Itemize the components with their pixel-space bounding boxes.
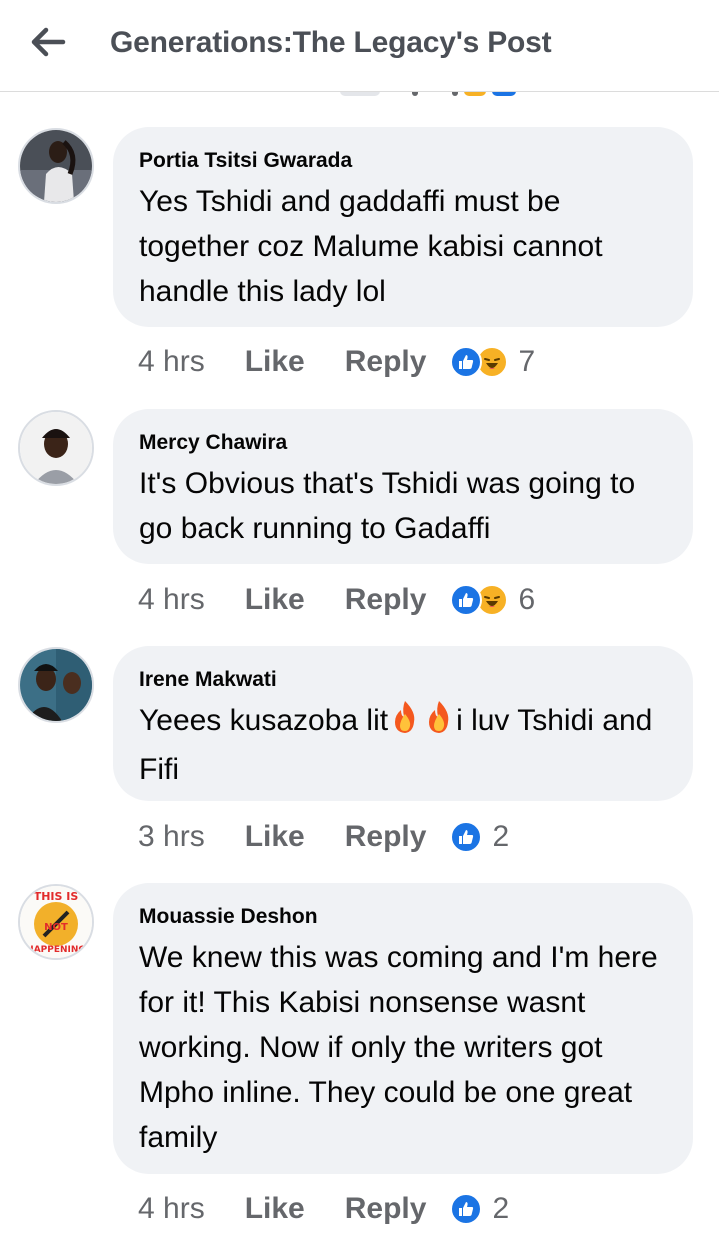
avatar-mouassie-image: THIS IS NOT HAPPENING bbox=[20, 886, 92, 958]
comment-bubble[interactable]: Irene Makwati Yeees kusazoba lit i luv Ts… bbox=[113, 646, 693, 801]
like-button[interactable]: Like bbox=[245, 820, 305, 854]
comment-actions: 4 hrs Like Reply 6 bbox=[138, 578, 535, 622]
comment-author[interactable]: Irene Makwati bbox=[139, 668, 669, 692]
svg-text:NOT: NOT bbox=[44, 922, 68, 933]
back-arrow-icon bbox=[31, 27, 66, 57]
top-bar: Generations:The Legacy's Post bbox=[0, 0, 719, 92]
reaction-summary[interactable]: 2 bbox=[450, 820, 509, 854]
reaction-count: 6 bbox=[518, 583, 536, 616]
page-title: Generations:The Legacy's Post bbox=[110, 26, 552, 59]
svg-text:THIS IS: THIS IS bbox=[34, 890, 79, 903]
comment-timestamp[interactable]: 4 hrs bbox=[138, 1192, 205, 1226]
comment-bubble[interactable]: Mercy Chawira It's Obvious that's Tshidi… bbox=[113, 409, 693, 564]
svg-text:HAPPENING: HAPPENING bbox=[26, 945, 86, 955]
comment-text-start: Yeees kusazoba lit bbox=[139, 704, 389, 737]
comment-text: Yes Tshidi and gaddaffi must be together… bbox=[139, 185, 603, 308]
fire-icon bbox=[424, 700, 454, 747]
avatar-irene-image bbox=[20, 649, 92, 721]
comment-bubble[interactable]: Portia Tsitsi Gwarada Yes Tshidi and gad… bbox=[113, 127, 693, 327]
reaction-summary[interactable]: 6 bbox=[450, 583, 535, 617]
comment-actions: 3 hrs Like Reply 2 bbox=[138, 815, 509, 859]
fire-icon bbox=[390, 700, 420, 747]
comment-actions: 4 hrs Like Reply 7 bbox=[138, 340, 535, 384]
reply-button[interactable]: Reply bbox=[345, 820, 427, 854]
comment-author[interactable]: Portia Tsitsi Gwarada bbox=[139, 149, 669, 173]
reaction-count: 2 bbox=[492, 820, 510, 853]
avatar[interactable] bbox=[18, 410, 94, 486]
avatar[interactable] bbox=[18, 647, 94, 723]
like-icon bbox=[450, 1193, 483, 1225]
comment-timestamp[interactable]: 3 hrs bbox=[138, 820, 205, 854]
comment-text: It's Obvious that's Tshidi was going to … bbox=[139, 467, 636, 545]
comment-bubble[interactable]: Mouassie Deshon We knew this was coming … bbox=[113, 883, 693, 1174]
like-icon bbox=[450, 821, 483, 853]
previous-comment-peek bbox=[0, 92, 719, 100]
comment-author[interactable]: Mercy Chawira bbox=[139, 431, 669, 455]
reaction-count: 7 bbox=[518, 345, 536, 378]
reaction-summary[interactable]: 2 bbox=[450, 1192, 509, 1226]
comment-actions: 4 hrs Like Reply 2 bbox=[138, 1187, 509, 1231]
avatar[interactable]: THIS IS NOT HAPPENING bbox=[18, 884, 94, 960]
like-icon bbox=[450, 346, 483, 378]
comment-timestamp[interactable]: 4 hrs bbox=[138, 583, 205, 617]
like-button[interactable]: Like bbox=[245, 583, 305, 617]
comment-text: Yeees kusazoba lit i luv Tshidi and Fifi bbox=[139, 698, 669, 792]
like-button[interactable]: Like bbox=[245, 345, 305, 379]
avatar-mercy-image bbox=[20, 412, 92, 484]
avatar[interactable] bbox=[18, 128, 94, 204]
avatar-portia-image bbox=[20, 130, 92, 202]
like-icon bbox=[450, 584, 483, 616]
reply-button[interactable]: Reply bbox=[345, 1192, 427, 1226]
reaction-summary[interactable]: 7 bbox=[450, 345, 535, 379]
reaction-count: 2 bbox=[492, 1192, 510, 1225]
reply-button[interactable]: Reply bbox=[345, 345, 427, 379]
comment-author[interactable]: Mouassie Deshon bbox=[139, 905, 669, 929]
reply-button[interactable]: Reply bbox=[345, 583, 427, 617]
back-button[interactable] bbox=[24, 22, 72, 62]
comment-text: We knew this was coming and I'm here for… bbox=[139, 941, 658, 1154]
like-button[interactable]: Like bbox=[245, 1192, 305, 1226]
comment-timestamp[interactable]: 4 hrs bbox=[138, 345, 205, 379]
